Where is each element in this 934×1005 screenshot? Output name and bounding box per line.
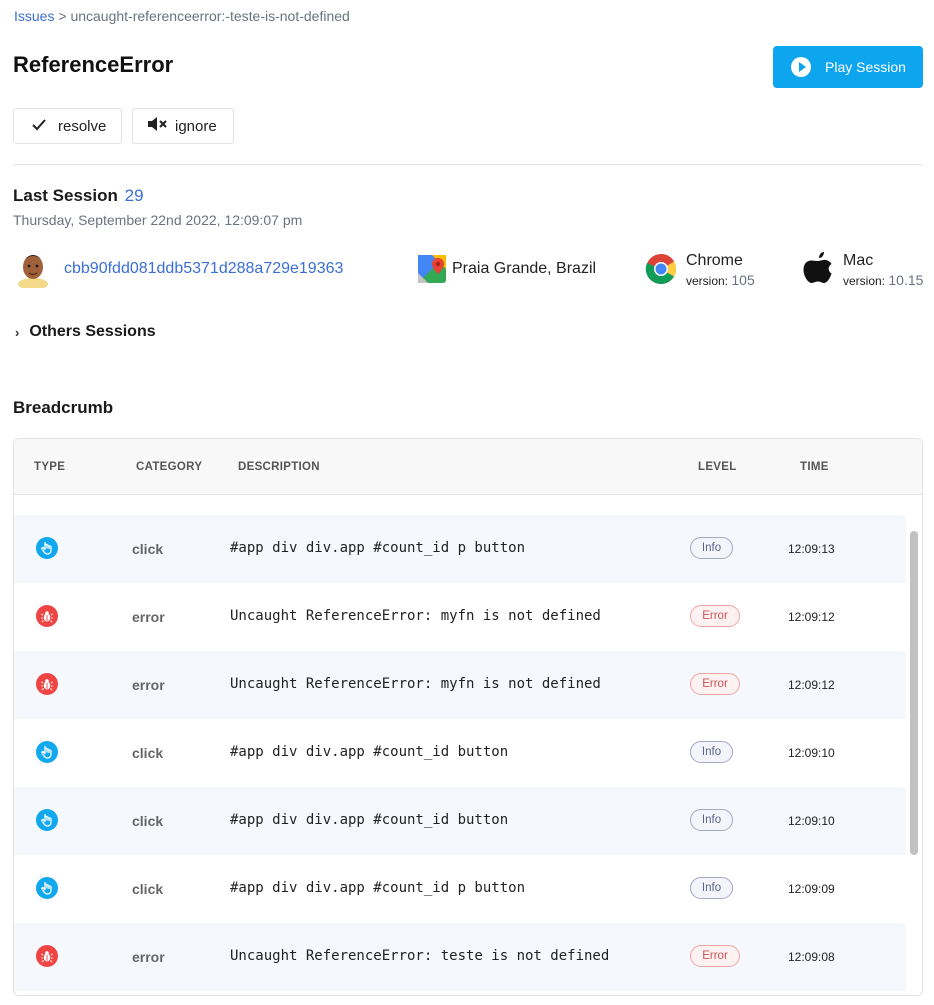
apple-icon	[802, 250, 834, 288]
row-description: Uncaught ReferenceError: myfn is not def…	[230, 608, 601, 624]
user-avatar	[16, 250, 50, 290]
os-version-label: version:	[843, 274, 886, 288]
row-category: error	[132, 677, 165, 693]
hand-pointer-icon	[36, 809, 58, 831]
row-level-badge: Info	[690, 741, 733, 763]
breadcrumb-section-title: Breadcrumb	[13, 398, 114, 417]
breadcrumb-separator: >	[54, 8, 71, 24]
table-row[interactable]: error Uncaught ReferenceError: myfn is n…	[14, 651, 906, 719]
row-time: 12:09:12	[788, 610, 835, 624]
session-user-id-link[interactable]: cbb90fdd081ddb5371d288a729e19363	[64, 260, 343, 278]
browser-name: Chrome	[686, 252, 743, 269]
play-circle-icon	[791, 57, 811, 77]
resolve-button[interactable]: resolve	[13, 108, 122, 144]
others-sessions-toggle[interactable]: › Others Sessions	[15, 323, 156, 341]
bug-icon	[36, 605, 58, 627]
breadcrumb: Issues > uncaught-referenceerror:-teste-…	[14, 8, 350, 24]
row-category: error	[132, 949, 165, 965]
os-version-value: 10.15	[888, 272, 924, 288]
ignore-button[interactable]: ignore	[132, 108, 234, 144]
row-description: Uncaught ReferenceError: teste is not de…	[230, 948, 610, 964]
bug-icon	[36, 945, 58, 967]
column-header-time: TIME	[800, 461, 829, 473]
row-time: 12:09:08	[788, 950, 835, 964]
browser-version-value: 105	[731, 272, 755, 288]
table-row[interactable]: click #app div div.app #count_id button …	[14, 787, 906, 855]
table-body: click #app div div.app #count_id p butto…	[14, 515, 906, 991]
session-date: Thursday, September 22nd 2022, 12:09:07 …	[13, 212, 303, 228]
divider	[13, 164, 923, 165]
row-time: 12:09:09	[788, 882, 835, 896]
row-description: #app div div.app #count_id button	[230, 744, 509, 760]
table-row[interactable]: error Uncaught ReferenceError: myfn is n…	[14, 583, 906, 651]
row-time: 12:09:10	[788, 814, 835, 828]
os-version: version: 10.15	[843, 272, 923, 288]
row-level-badge: Error	[690, 605, 740, 627]
table-header: TYPE CATEGORY DESCRIPTION LEVEL TIME	[14, 439, 922, 495]
row-level-badge: Info	[690, 809, 733, 831]
row-category: error	[132, 609, 165, 625]
bug-icon	[36, 673, 58, 695]
row-time: 12:09:12	[788, 678, 835, 692]
ignore-label: ignore	[175, 117, 217, 135]
row-level-badge: Info	[690, 537, 733, 559]
last-session-label: Last Session	[13, 186, 118, 205]
browser-version: version: 105	[686, 272, 755, 288]
table-row[interactable]: error Uncaught ReferenceError: teste is …	[14, 923, 906, 991]
hand-pointer-icon	[36, 537, 58, 559]
column-header-category: CATEGORY	[136, 461, 203, 473]
row-time: 12:09:13	[788, 542, 835, 556]
breadcrumb-table: TYPE CATEGORY DESCRIPTION LEVEL TIME cli…	[13, 438, 923, 996]
row-category: click	[132, 881, 164, 897]
table-scrollbar[interactable]	[910, 531, 918, 855]
session-location: Praia Grande, Brazil	[452, 260, 597, 277]
chrome-icon	[645, 253, 677, 285]
row-description: #app div div.app #count_id button	[230, 812, 509, 828]
play-session-button[interactable]: Play Session	[773, 46, 923, 88]
table-row[interactable]: click #app div div.app #count_id button …	[14, 719, 906, 787]
session-count[interactable]: 29	[125, 186, 144, 205]
play-session-label: Play Session	[825, 59, 906, 75]
resolve-label: resolve	[58, 117, 107, 135]
row-description: #app div div.app #count_id p button	[230, 540, 526, 556]
page-title: ReferenceError	[13, 52, 174, 77]
hand-pointer-icon	[36, 877, 58, 899]
row-description: Uncaught ReferenceError: myfn is not def…	[230, 676, 601, 692]
os-name: Mac	[843, 252, 874, 269]
browser-version-label: version:	[686, 274, 729, 288]
column-header-type: TYPE	[34, 461, 66, 473]
row-level-badge: Error	[690, 673, 740, 695]
row-level-badge: Info	[690, 877, 733, 899]
column-header-description: DESCRIPTION	[238, 461, 320, 473]
row-time: 12:09:10	[788, 746, 835, 760]
column-header-level: LEVEL	[698, 461, 737, 473]
others-sessions-label: Others Sessions	[29, 323, 156, 340]
table-row[interactable]: click #app div div.app #count_id p butto…	[14, 515, 906, 583]
google-maps-icon	[418, 255, 446, 283]
breadcrumb-current: uncaught-referenceerror:-teste-is-not-de…	[70, 8, 350, 24]
row-level-badge: Error	[690, 945, 740, 967]
check-icon	[32, 118, 52, 135]
row-category: click	[132, 745, 164, 761]
row-category: click	[132, 541, 164, 557]
row-category: click	[132, 813, 164, 829]
table-row[interactable]: click #app div div.app #count_id p butto…	[14, 855, 906, 923]
row-description: #app div div.app #count_id p button	[230, 880, 526, 896]
breadcrumb-issues-link[interactable]: Issues	[14, 8, 54, 24]
hand-pointer-icon	[36, 741, 58, 763]
chevron-right-icon: ›	[15, 324, 20, 340]
last-session-heading: Last Session 29	[13, 186, 144, 206]
mute-icon	[147, 117, 167, 135]
